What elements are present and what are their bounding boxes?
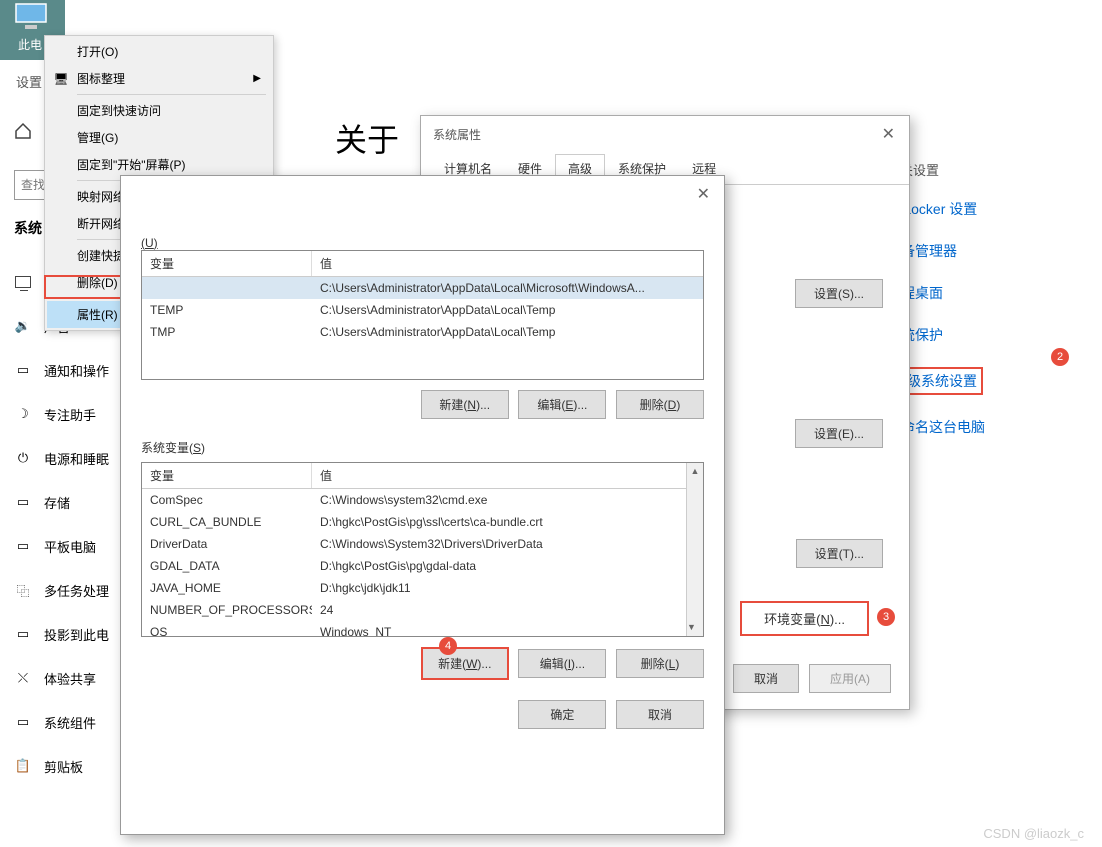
project-icon: ▭ [14, 625, 32, 643]
user-vars-table[interactable]: 变量 值 C:\Users\Administrator\AppData\Loca… [141, 250, 704, 380]
user-edit-button[interactable]: 编辑(E)... [518, 390, 606, 419]
sidebar-item-storage[interactable]: ▭存储 [0, 480, 140, 524]
components-icon: ▭ [14, 713, 32, 731]
this-pc-label: 此电 [18, 36, 42, 53]
display-icon [14, 273, 32, 291]
sidebar-item-components[interactable]: ▭系统组件 [0, 700, 140, 744]
col-value[interactable]: 值 [312, 251, 703, 276]
table-row[interactable]: TEMPC:\Users\Administrator\AppData\Local… [142, 299, 703, 321]
sidebar-item-tablet[interactable]: ▭平板电脑 [0, 524, 140, 568]
scroll-up-icon[interactable]: ▲ [687, 463, 703, 480]
badge-2: 2 [1051, 348, 1069, 366]
scroll-down-icon[interactable]: ▼ [687, 619, 696, 636]
focus-icon: ☽ [14, 405, 32, 423]
table-row[interactable]: DriverDataC:\Windows\System32\Drivers\Dr… [142, 533, 703, 555]
table-row[interactable]: GDAL_DATAD:\hgkc\PostGis\pg\gdal-data [142, 555, 703, 577]
badge-3: 3 [877, 608, 895, 626]
link-device-manager[interactable]: 设备管理器 [887, 241, 1047, 261]
tablet-icon: ▭ [14, 537, 32, 555]
table-row[interactable]: ComSpecC:\Windows\system32\cmd.exe [142, 489, 703, 511]
table-row[interactable]: OSWindows_NT [142, 621, 703, 637]
system-vars-label: 系统变量(S) [141, 439, 704, 456]
user-new-button[interactable]: 新建(N)... [421, 390, 509, 419]
share-icon: ⤬ [14, 669, 32, 687]
clipboard-icon: 📋 [14, 757, 32, 775]
sidebar-item-multitask[interactable]: ⿻多任务处理 [0, 568, 140, 612]
table-row[interactable]: C:\Users\Administrator\AppData\Local\Mic… [142, 277, 703, 299]
env-vars-button[interactable]: 环境变量(N)... [740, 601, 869, 636]
sys-scrollbar[interactable]: ▲ ▼ [686, 463, 703, 636]
sound-icon: 🔉 [14, 317, 32, 335]
env-vars-dialog: ✕ (U) 变量 值 C:\Users\Administrator\AppDat… [120, 175, 725, 835]
col-variable-sys[interactable]: 变量 [142, 463, 312, 488]
related-settings: 相关设置 BitLocker 设置 设备管理器 远程桌面 系统保护 高级系统设置… [887, 160, 1047, 459]
sidebar-item-project[interactable]: ▭投影到此电 [0, 612, 140, 656]
sysprops-cancel-button[interactable]: 取消 [733, 664, 799, 693]
context-menu-item[interactable]: 固定到快速访问 [47, 97, 271, 124]
table-row[interactable]: NUMBER_OF_PROCESSORS24 [142, 599, 703, 621]
power-icon: ⏻ [14, 449, 32, 467]
sysprops-apply-button[interactable]: 应用(A) [809, 664, 891, 693]
this-pc-icon[interactable] [15, 3, 49, 34]
envvars-ok-button[interactable]: 确定 [518, 700, 606, 729]
system-edit-button[interactable]: 编辑(I)... [518, 649, 606, 678]
sidebar-category-title: 系统 [14, 218, 42, 238]
related-title: 相关设置 [887, 160, 1047, 179]
context-menu-item[interactable]: 管理(G) [47, 124, 271, 151]
link-remote-desktop[interactable]: 远程桌面 [887, 283, 1047, 303]
table-row[interactable]: JAVA_HOMED:\hgkc\jdk\jdk11 [142, 577, 703, 599]
system-vars-table[interactable]: 变量 值 ComSpecC:\Windows\system32\cmd.exeC… [141, 462, 704, 637]
sidebar-item-notifications[interactable]: ▭通知和操作 [0, 348, 140, 392]
col-value-sys[interactable]: 值 [312, 463, 703, 488]
system-new-button[interactable]: 新建(W)... [421, 647, 509, 680]
badge-4: 4 [439, 637, 457, 655]
context-menu-item[interactable]: 固定到"开始"屏幕(P) [47, 151, 271, 178]
home-icon[interactable] [14, 122, 32, 143]
link-bitlocker[interactable]: BitLocker 设置 [887, 199, 1047, 219]
submenu-arrow-icon: ▶ [253, 73, 261, 84]
sysprops-title: 系统属性 [421, 116, 909, 153]
sidebar-item-clipboard[interactable]: 📋剪贴板 [0, 744, 140, 788]
userprofile-settings-button[interactable]: 设置(E)... [795, 419, 883, 448]
context-menu-item[interactable]: 🖥图标整理▶ [47, 65, 271, 92]
sidebar-item-focus[interactable]: ☽专注助手 [0, 392, 140, 436]
sidebar-item-share[interactable]: ⤬体验共享 [0, 656, 140, 700]
startup-settings-button[interactable]: 设置(T)... [796, 539, 883, 568]
envvars-close-icon[interactable]: ✕ [697, 184, 710, 204]
user-delete-button[interactable]: 删除(D) [616, 390, 704, 419]
sidebar-item-power[interactable]: ⏻电源和睡眠 [0, 436, 140, 480]
notify-icon: ▭ [14, 361, 32, 379]
link-system-protection[interactable]: 系统保护 [887, 325, 1047, 345]
watermark: CSDN @liaozk_c [983, 826, 1084, 841]
sysprops-close-icon[interactable]: ✕ [882, 124, 895, 144]
settings-header: 设置 [16, 72, 42, 91]
menu-item-icon: 🖥 [52, 72, 70, 86]
link-rename-pc[interactable]: 重命名这台电脑 [887, 417, 1047, 437]
context-menu-item[interactable]: 打开(O) [47, 38, 271, 65]
settings-sidebar: 🔉声音 ▭通知和操作 ☽专注助手 ⏻电源和睡眠 ▭存储 ▭平板电脑 ⿻多任务处理… [0, 260, 140, 788]
system-delete-button[interactable]: 删除(L) [616, 649, 704, 678]
table-row[interactable]: TMPC:\Users\Administrator\AppData\Local\… [142, 321, 703, 343]
perf-settings-button[interactable]: 设置(S)... [795, 279, 883, 308]
storage-icon: ▭ [14, 493, 32, 511]
about-heading: 关于 [335, 115, 399, 161]
multitask-icon: ⿻ [14, 581, 32, 599]
table-row[interactable]: CURL_CA_BUNDLED:\hgkc\PostGis\pg\ssl\cer… [142, 511, 703, 533]
user-vars-label-suffix: (U) [141, 236, 158, 250]
envvars-cancel-button[interactable]: 取消 [616, 700, 704, 729]
col-variable[interactable]: 变量 [142, 251, 312, 276]
